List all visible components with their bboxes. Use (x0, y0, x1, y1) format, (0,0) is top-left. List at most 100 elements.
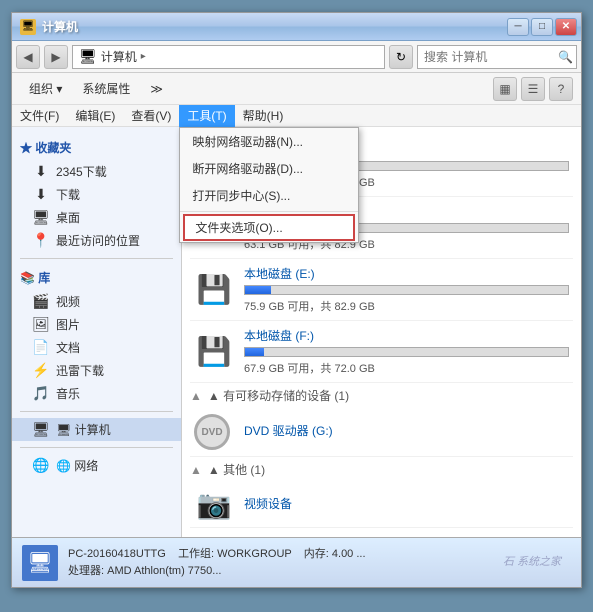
dvd-icon: DVD (194, 414, 234, 450)
menu-folder-options[interactable]: 文件夹选项(O)... (183, 214, 355, 241)
refresh-button[interactable]: ↻ (389, 45, 413, 69)
system-properties-button[interactable]: 系统属性 (73, 76, 139, 102)
removable-arrow: ▲ (190, 389, 202, 403)
drive-f-icon: 💾 (194, 335, 234, 368)
view-button[interactable]: ▦ (493, 77, 517, 101)
menu-tools[interactable]: 工具(T) 映射网络驱动器(N)... 断开网络驱动器(D)... 打开同步中心… (179, 105, 234, 127)
sidebar-item-desktop[interactable]: 🖥 桌面 (12, 206, 181, 229)
close-button[interactable]: ✕ (555, 18, 577, 36)
organize-button[interactable]: 组织 ▾ (20, 76, 71, 102)
sidebar-favorites-title[interactable]: ★ 收藏夹 (12, 135, 181, 160)
sidebar-favorites-section: ★ 收藏夹 ⬇ 2345下载 ⬇ 下载 🖥 桌面 📍 最近访问的位置 (12, 135, 181, 252)
documents-icon: 📄 (32, 339, 50, 356)
drive-f-bar-container (244, 347, 569, 357)
search-icon: 🔍 (558, 50, 573, 64)
sidebar-item-downloads[interactable]: ⬇ 下载 (12, 183, 181, 206)
drive-e-item[interactable]: 💾 本地磁盘 (E:) 75.9 GB 可用，共 82.9 GB (190, 259, 573, 321)
sidebar-item-documents[interactable]: 📄 文档 (12, 336, 181, 359)
video-device-info: 视频设备 (244, 495, 569, 515)
drive-f-bar-fill (245, 348, 264, 356)
recent-icon: 📍 (32, 232, 50, 249)
minimize-button[interactable]: ─ (507, 18, 529, 36)
address-arrow: ▸ (141, 51, 146, 62)
address-bar: ◀ ▶ 🖥 计算机 ▸ ↻ 🔍 (12, 41, 581, 73)
sidebar-divider-3 (20, 447, 173, 448)
back-button[interactable]: ◀ (16, 45, 40, 69)
dvd-drive-item[interactable]: DVD DVD 驱动器 (G:) (190, 408, 573, 457)
drive-e-bar-container (244, 285, 569, 295)
other-section-label: ▲ 其他 (1) (208, 461, 265, 478)
drive-f-item[interactable]: 💾 本地磁盘 (F:) 67.9 GB 可用，共 72.0 GB (190, 321, 573, 383)
more-button[interactable]: ≫ (141, 76, 172, 102)
removable-section-header[interactable]: ▲ ▲ 有可移动存储的设备 (1) (190, 383, 573, 408)
menu-edit[interactable]: 编辑(E) (67, 105, 123, 127)
desktop-icon: 🖥 (32, 209, 50, 226)
video-device-name: 视频设备 (244, 495, 569, 512)
drive-e-info: 本地磁盘 (E:) 75.9 GB 可用，共 82.9 GB (244, 265, 569, 314)
drive-e-name: 本地磁盘 (E:) (244, 265, 569, 282)
removable-section-label: ▲ 有可移动存储的设备 (1) (208, 387, 349, 404)
sidebar-item-2345downloads[interactable]: ⬇ 2345下载 (12, 160, 181, 183)
download-2345-icon: ⬇ (32, 163, 50, 180)
sidebar-divider-2 (20, 411, 173, 412)
video-device-icon: 📷 (194, 488, 234, 521)
sidebar-item-network[interactable]: 🌐 🌐 网络 (12, 454, 181, 477)
sidebar-divider-1 (20, 258, 173, 259)
status-pc-icon: 🖥 (22, 545, 58, 581)
menu-sync-center[interactable]: 打开同步中心(S)... (180, 182, 358, 209)
title-bar-left: 🖥 计算机 (20, 18, 78, 35)
menu-separator (180, 211, 358, 212)
menu-disconnect-drive[interactable]: 断开网络驱动器(D)... (180, 155, 358, 182)
memory-label: 内存: 4.00 ... (304, 548, 366, 560)
sidebar-computer-section: 🖥 🖥 计算机 (12, 418, 181, 441)
search-input[interactable] (417, 45, 577, 69)
forward-button[interactable]: ▶ (44, 45, 68, 69)
status-line-1: PC-20160418UTTG 工作组: WORKGROUP 内存: 4.00 … (68, 546, 571, 563)
drive-e-bar-fill (245, 286, 271, 294)
pictures-icon: 🖼 (32, 316, 50, 333)
menu-help[interactable]: 帮助(H) (235, 105, 292, 127)
music-icon: 🎵 (32, 385, 50, 402)
address-path: 计算机 (101, 48, 137, 65)
title-buttons: ─ □ ✕ (507, 18, 577, 36)
workgroup-label: 工作组: WORKGROUP (178, 548, 291, 560)
address-field[interactable]: 🖥 计算机 ▸ (72, 45, 385, 69)
menu-map-drive[interactable]: 映射网络驱动器(N)... (180, 128, 358, 155)
processor-label: 处理器: AMD Athlon(tm) 7750... (68, 565, 221, 577)
sidebar: ★ 收藏夹 ⬇ 2345下载 ⬇ 下载 🖥 桌面 📍 最近访问的位置 (12, 127, 182, 537)
pc-name: PC-20160418UTTG (68, 548, 166, 560)
computer-icon: 🖥 (32, 421, 50, 438)
dvd-info: DVD 驱动器 (G:) (244, 422, 569, 442)
sidebar-item-recent[interactable]: 📍 最近访问的位置 (12, 229, 181, 252)
maximize-button[interactable]: □ (531, 18, 553, 36)
video-device-item[interactable]: 📷 视频设备 (190, 482, 573, 528)
other-section-header[interactable]: ▲ ▲ 其他 (1) (190, 457, 573, 482)
status-watermark: 石 系统之家 (503, 553, 561, 569)
drive-f-size: 67.9 GB 可用，共 72.0 GB (244, 360, 569, 376)
status-line-2: 处理器: AMD Athlon(tm) 7750... (68, 563, 571, 580)
toolbar: 组织 ▾ 系统属性 ≫ ▦ ☰ ? (12, 73, 581, 105)
drive-f-name: 本地磁盘 (F:) (244, 327, 569, 344)
menu-view[interactable]: 查看(V) (123, 105, 179, 127)
sidebar-item-music[interactable]: 🎵 音乐 (12, 382, 181, 405)
main-window: 🖥 计算机 ─ □ ✕ ◀ ▶ 🖥 计算机 ▸ ↻ 🔍 组织 ▾ 系统属性 ≫ … (11, 12, 582, 588)
search-wrapper: 🔍 (417, 45, 577, 69)
menu-file[interactable]: 文件(F) (12, 105, 67, 127)
sidebar-item-thunder[interactable]: ⚡ 迅雷下载 (12, 359, 181, 382)
download-icon: ⬇ (32, 186, 50, 203)
view-list-button[interactable]: ☰ (521, 77, 545, 101)
drive-e-size: 75.9 GB 可用，共 82.9 GB (244, 298, 569, 314)
drive-e-icon: 💾 (194, 273, 234, 306)
drive-f-info: 本地磁盘 (F:) 67.9 GB 可用，共 72.0 GB (244, 327, 569, 376)
network-icon: 🌐 (32, 457, 50, 474)
sidebar-item-videos[interactable]: 🎬 视频 (12, 290, 181, 313)
status-info: PC-20160418UTTG 工作组: WORKGROUP 内存: 4.00 … (68, 546, 571, 579)
sidebar-library-title[interactable]: 📚 库 (12, 265, 181, 290)
help-button[interactable]: ? (549, 77, 573, 101)
toolbar-right: ▦ ☰ ? (493, 77, 573, 101)
title-bar: 🖥 计算机 ─ □ ✕ (12, 13, 581, 41)
address-icon: 🖥 (79, 48, 97, 65)
sidebar-item-computer[interactable]: 🖥 🖥 计算机 (12, 418, 181, 441)
sidebar-item-pictures[interactable]: 🖼 图片 (12, 313, 181, 336)
thunder-icon: ⚡ (32, 362, 50, 379)
